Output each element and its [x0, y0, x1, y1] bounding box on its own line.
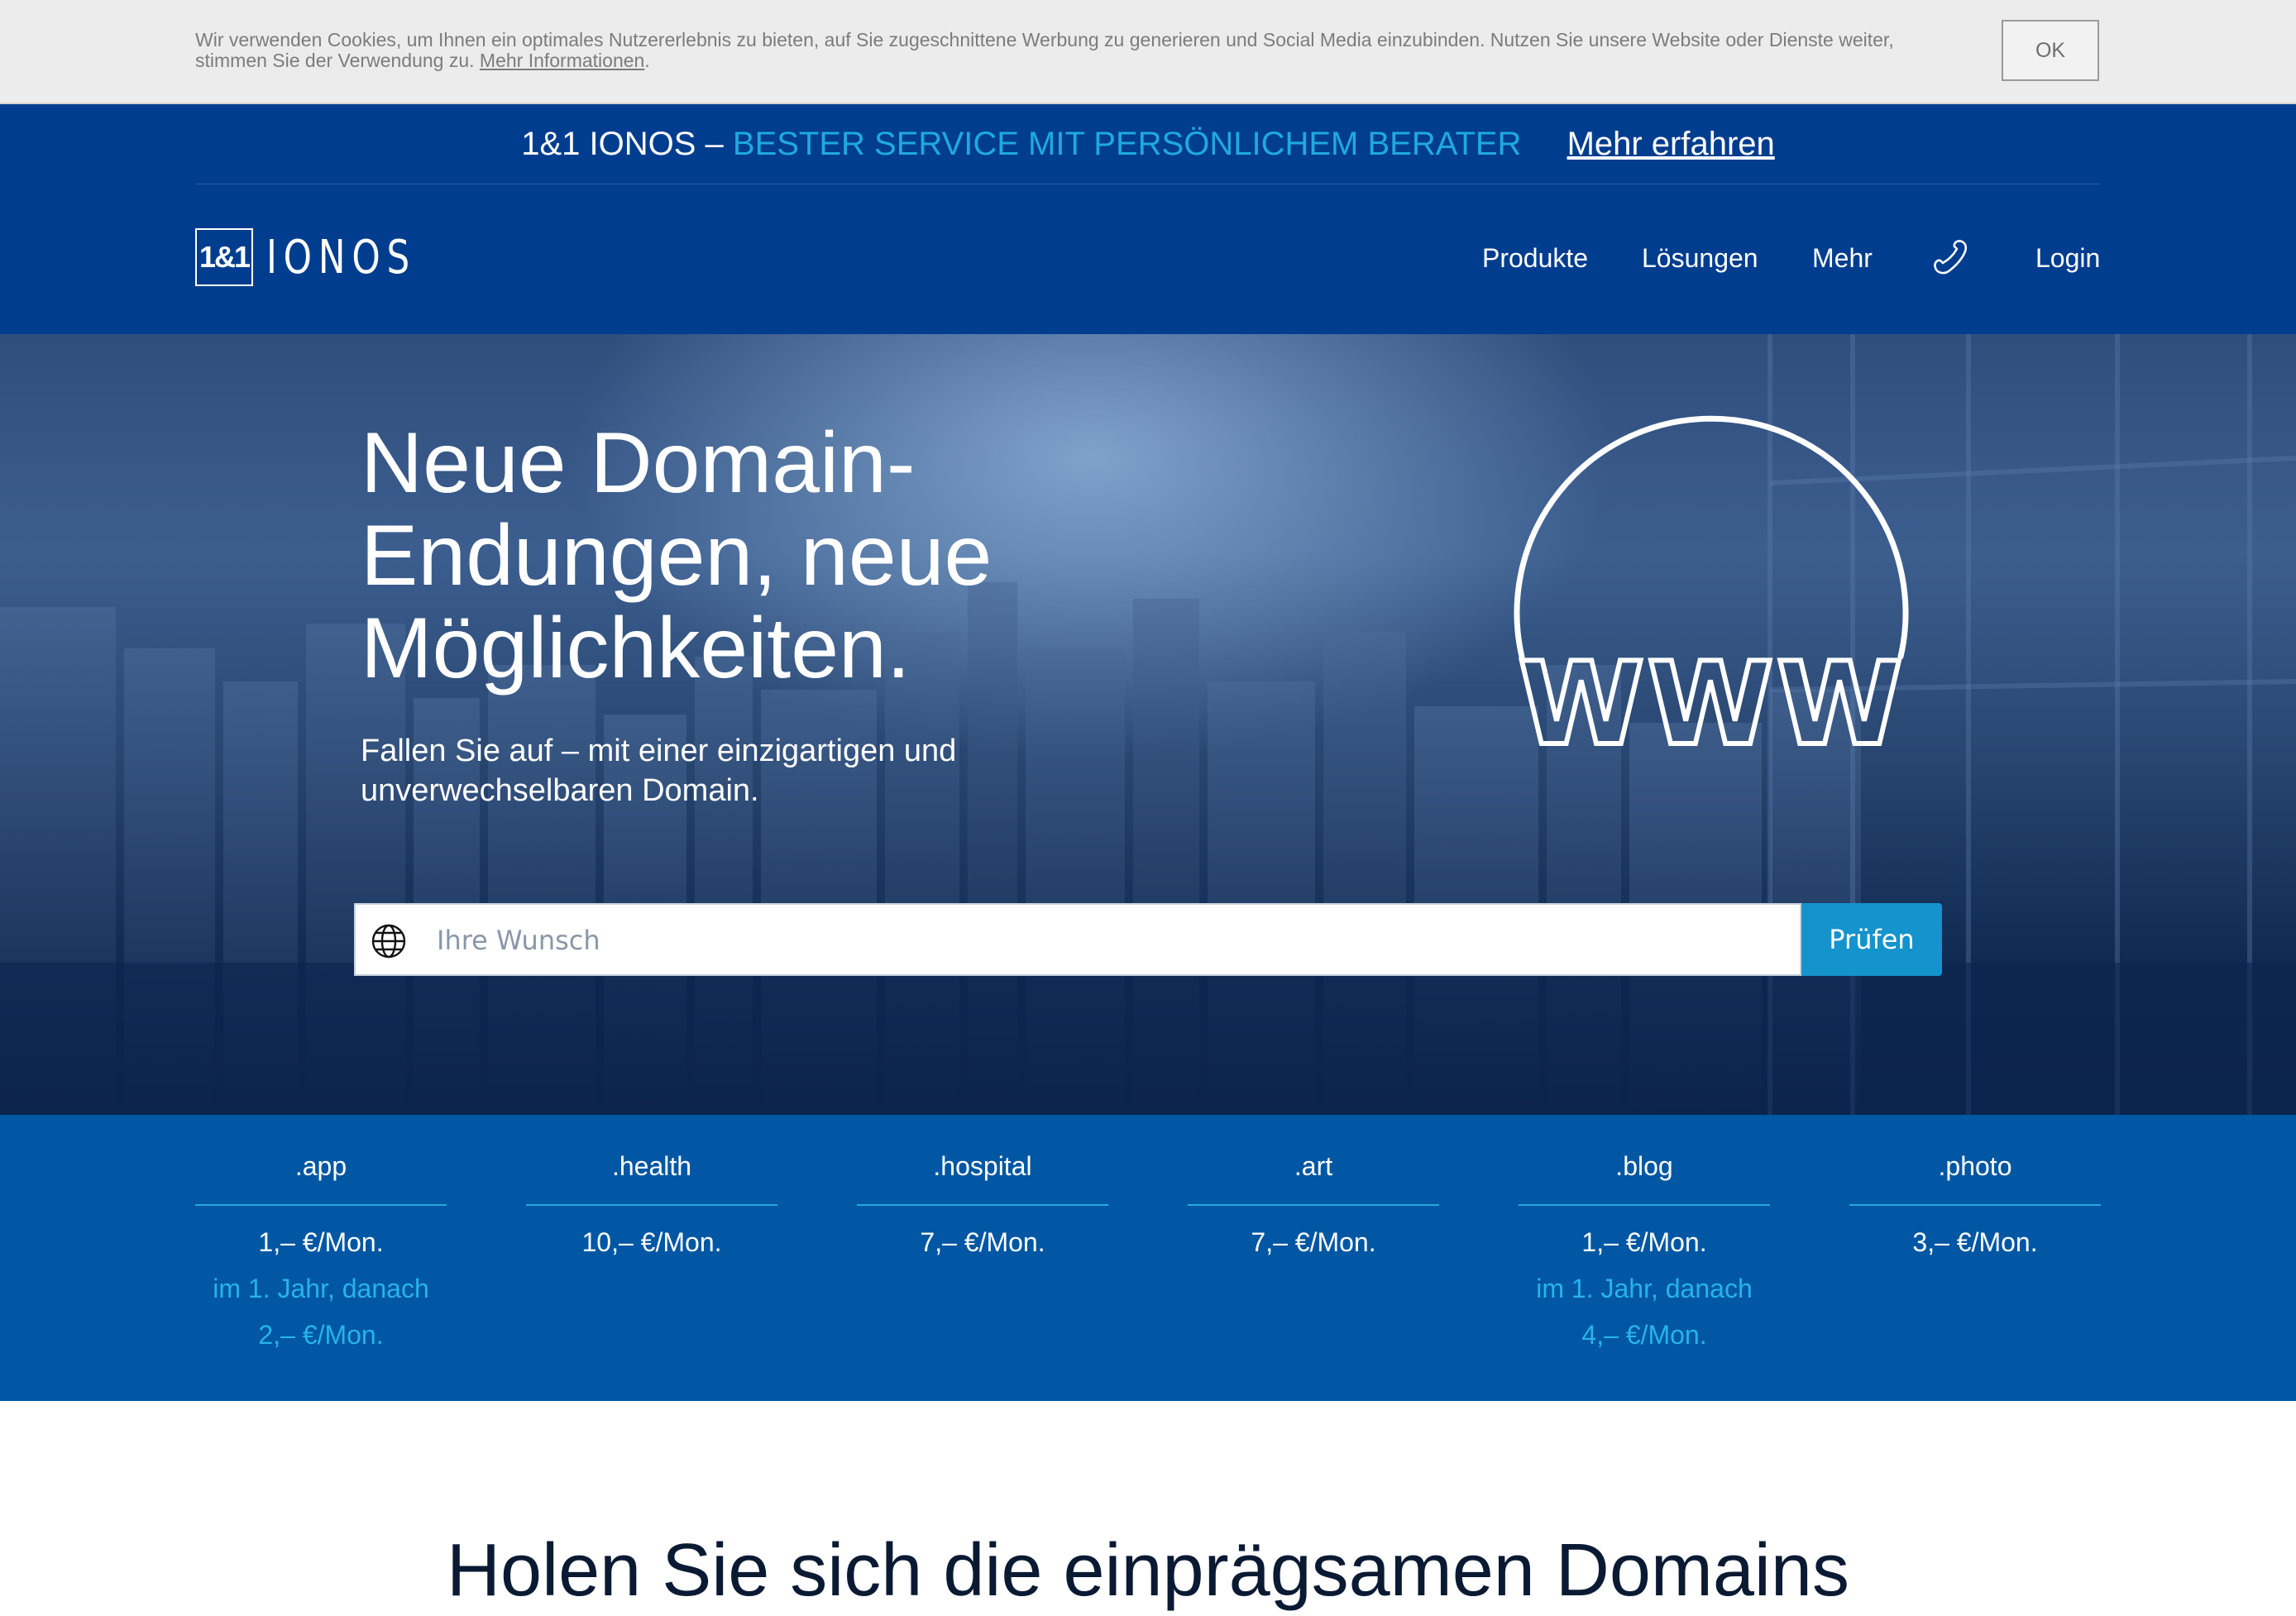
tld-app[interactable]: .app 1,– €/Mon. im 1. Jahr, danach 2,– €… — [195, 1150, 447, 1358]
domain-search-bar: Prüfen — [354, 903, 1942, 976]
promo-more-link[interactable]: Mehr erfahren — [1567, 126, 1775, 162]
tld-price: 3,– €/Mon. — [1912, 1227, 2038, 1257]
nav-login[interactable]: Login — [2035, 241, 2100, 275]
promo-banner: 1&1 IONOS – BESTER SERVICE MIT PERSÖNLIC… — [0, 122, 2296, 165]
tld-name: .app — [195, 1150, 447, 1206]
promo-prefix: 1&1 IONOS – — [521, 126, 724, 162]
hero-subtitle-line-2: unverwechselbaren Domain. — [361, 773, 759, 808]
logo-wordmark: IONOS — [266, 231, 417, 284]
hero-title: Neue Domain- Endungen, neue Möglichkeite… — [361, 417, 1188, 695]
tld-later-price: 2,– €/Mon. — [258, 1320, 384, 1350]
hero-subtitle-line-1: Fallen Sie auf – mit einer einzigartigen… — [361, 734, 957, 768]
www-text: WWW — [1519, 638, 1906, 756]
hero-section: Neue Domain- Endungen, neue Möglichkeite… — [0, 334, 2296, 1115]
tld-art[interactable]: .art 7,– €/Mon. — [1188, 1150, 1439, 1265]
check-button[interactable]: Prüfen — [1801, 903, 1942, 976]
tld-name: .health — [526, 1150, 777, 1206]
search-field — [354, 903, 1801, 976]
phone-icon[interactable] — [1929, 237, 1970, 278]
tld-price: 1,– €/Mon. — [258, 1227, 384, 1257]
hero-title-line-1: Neue Domain- — [361, 415, 916, 511]
tld-blog[interactable]: .blog 1,– €/Mon. im 1. Jahr, danach 4,– … — [1519, 1150, 1770, 1358]
logo-mark: 1&1 — [195, 228, 253, 286]
tld-name: .art — [1188, 1150, 1439, 1206]
cookie-text-end: . — [644, 50, 650, 71]
tld-later-price: 4,– €/Mon. — [1581, 1320, 1707, 1350]
domain-search-input[interactable] — [435, 905, 1795, 976]
globe-icon — [371, 924, 406, 959]
tld-name: .photo — [1849, 1150, 2101, 1206]
site-header: 1&1 IONOS – BESTER SERVICE MIT PERSÖNLIC… — [0, 104, 2296, 334]
nav-produkte[interactable]: Produkte — [1482, 241, 1588, 275]
tld-health[interactable]: .health 10,– €/Mon. — [526, 1150, 777, 1265]
www-globe-icon: WWW — [1514, 415, 1909, 756]
cookie-more-info-link[interactable]: Mehr Informationen — [480, 50, 644, 71]
hero-title-line-3: Möglichkeiten. — [361, 600, 911, 696]
cookie-text: Wir verwenden Cookies, um Ihnen ein opti… — [195, 29, 1894, 71]
tld-photo[interactable]: .photo 3,– €/Mon. — [1849, 1150, 2101, 1265]
tld-price-strip: .app 1,– €/Mon. im 1. Jahr, danach 2,– €… — [0, 1115, 2296, 1401]
tld-price: 7,– €/Mon. — [1251, 1227, 1376, 1257]
tld-price: 1,– €/Mon. — [1581, 1227, 1707, 1257]
hero-title-line-2: Endungen, neue — [361, 508, 993, 604]
tld-name: .hospital — [857, 1150, 1108, 1206]
tld-note: im 1. Jahr, danach — [213, 1274, 429, 1303]
promo-highlight: BESTER SERVICE MIT PERSÖNLICHEM BERATER — [732, 126, 1522, 162]
tld-name: .blog — [1519, 1150, 1770, 1206]
cookie-message: Wir verwenden Cookies, um Ihnen ein opti… — [195, 30, 1924, 71]
cookie-banner: Wir verwenden Cookies, um Ihnen ein opti… — [0, 0, 2296, 104]
tld-price: 10,– €/Mon. — [581, 1227, 722, 1257]
cookie-ok-button[interactable]: OK — [2002, 20, 2099, 81]
section-heading: Holen Sie sich die einprägsamen Domains — [447, 1529, 1849, 1612]
nav-mehr[interactable]: Mehr — [1812, 241, 1873, 275]
hero-subtitle: Fallen Sie auf – mit einer einzigartigen… — [361, 731, 1105, 810]
tld-note: im 1. Jahr, danach — [1536, 1274, 1753, 1303]
tld-price: 7,– €/Mon. — [920, 1227, 1045, 1257]
tld-hospital[interactable]: .hospital 7,– €/Mon. — [857, 1150, 1108, 1265]
nav-loesungen[interactable]: Lösungen — [1642, 241, 1758, 275]
